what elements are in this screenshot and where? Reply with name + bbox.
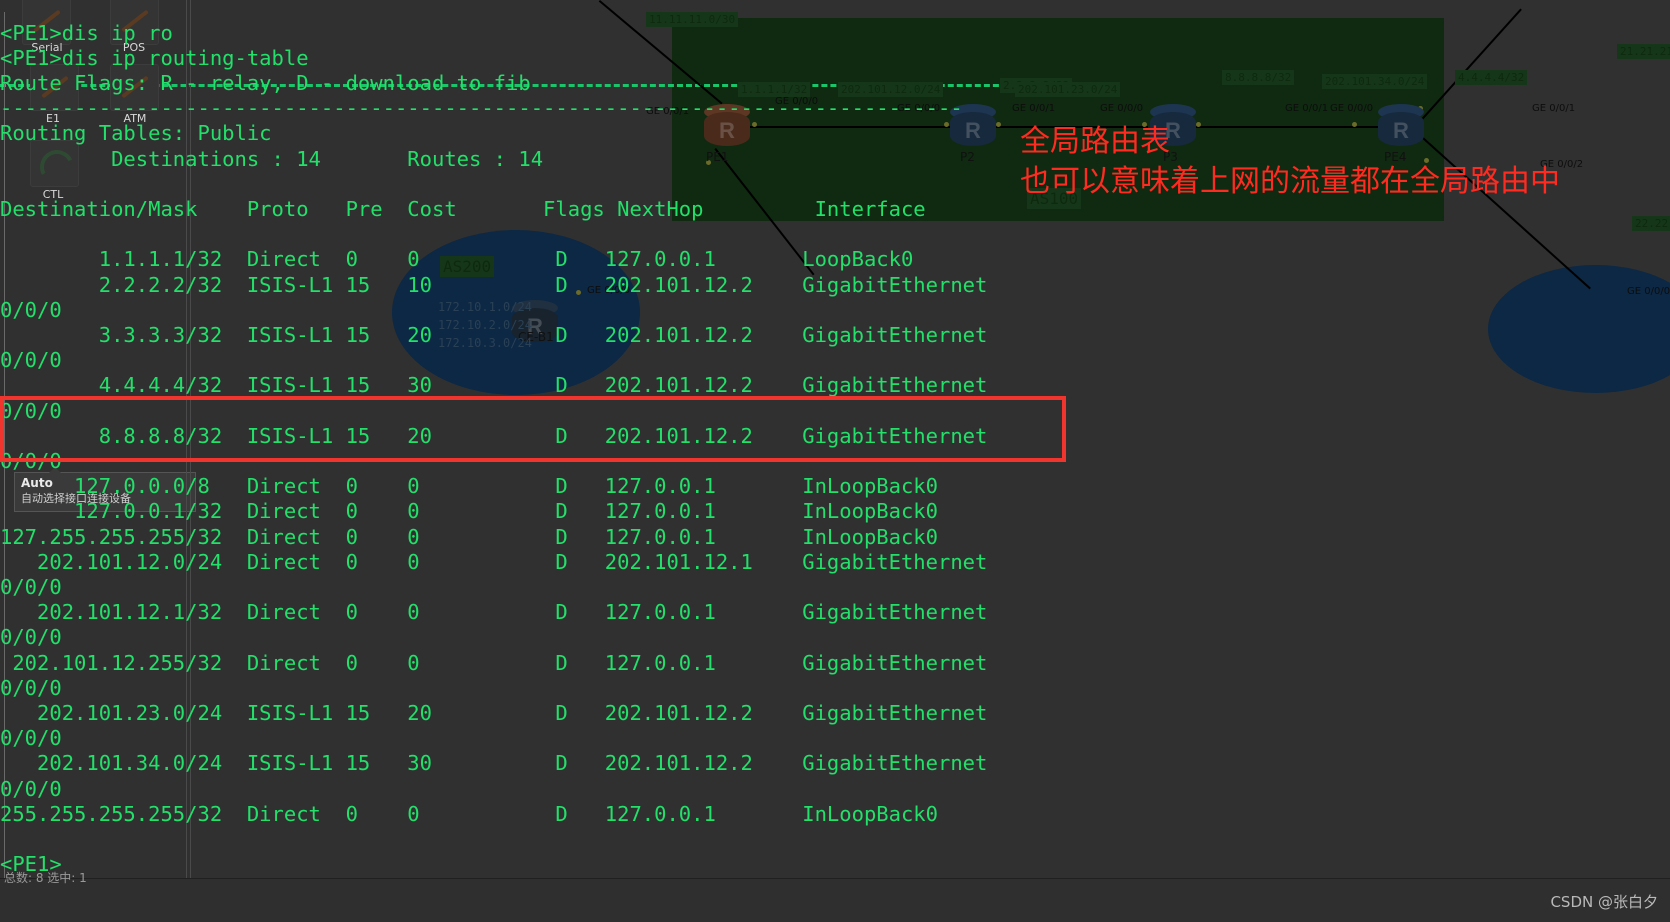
- panel-rule-mid: [186, 0, 187, 878]
- router-glyph: R: [1393, 118, 1409, 143]
- router-glyph: R: [719, 118, 735, 143]
- iface-label-p2-1: GE 0/0/1: [1012, 103, 1056, 114]
- as-zone-right: [1488, 265, 1670, 393]
- iface-label-pe1-1: GE 0/0/1: [646, 106, 690, 117]
- iface-label-pe4-1: GE 0/0/1: [1532, 103, 1576, 114]
- serial-link-icon[interactable]: [22, 0, 71, 45]
- as-label-as200: AS200: [440, 256, 495, 277]
- slash-shape: [33, 9, 61, 33]
- iface-label-ce-0: GE 0/0/0: [587, 285, 631, 296]
- palette-label-e1: E1: [46, 112, 60, 125]
- net-label-8-8-8-8: 8.8.8.8/32: [1222, 70, 1295, 85]
- link-dot: [752, 122, 757, 127]
- selection-count-label: 总数: 8 选中: 1: [4, 871, 87, 885]
- annotation-global-routing-table: 全局路由表: [1020, 124, 1170, 159]
- iface-label-p3-1: GE 0/0/1: [1285, 103, 1329, 114]
- router-pe1[interactable]: R: [704, 104, 750, 148]
- palette-label-atm: ATM: [123, 112, 147, 125]
- net-label-202-101-34: 202.101.34.0/24: [1322, 74, 1428, 89]
- ctl-link-icon[interactable]: [30, 140, 79, 189]
- ce-subnet-1: 172.10.1.0/24: [438, 300, 532, 314]
- tooltip-arrow: [49, 467, 61, 473]
- palette-label-serial: Serial: [31, 41, 63, 54]
- pos-link-icon[interactable]: [110, 0, 159, 45]
- topology-canvas: R R R R R PE1 P2 P3 PE4 CE-B1 AS200 AS10…: [0, 0, 1670, 921]
- net-label-11-11-11: 11.11.11.0/30: [646, 12, 739, 27]
- router-p2[interactable]: R: [950, 104, 996, 148]
- iface-label-p2-0: GE 0/0/0: [897, 103, 941, 114]
- link-p3-pe4: [1188, 126, 1380, 128]
- iface-label-p3-0: GE 0/0/0: [1100, 103, 1144, 114]
- net-label-22-22: 22.22: [1632, 216, 1670, 231]
- link-dot: [996, 122, 1001, 127]
- net-label-202-101-12: 202.101.12.0/24: [838, 82, 944, 97]
- net-label-1-1-1-1: 1.1.1.1/32: [738, 82, 811, 97]
- atm-link-icon[interactable]: [110, 64, 159, 111]
- tooltip-title: Auto: [21, 476, 53, 490]
- router-glyph: R: [965, 118, 981, 143]
- panel-rule-left: [4, 12, 5, 878]
- net-label-4-4-4-4: 4.4.4.4/32: [1455, 70, 1528, 85]
- auto-connect-tooltip: Auto 自动选择接口连接设备: [14, 467, 196, 512]
- annotation-traffic-note: 也可以意味着上网的流量都在全局路由中: [1020, 164, 1560, 199]
- router-name-p2: P2: [960, 150, 975, 164]
- panel-rule-mid2: [190, 0, 191, 878]
- link-dot: [576, 290, 581, 295]
- e1-link-icon[interactable]: [30, 64, 79, 111]
- ce-subnet-3: 172.10.3.0/24: [438, 336, 532, 350]
- ce-subnet-2: 172.10.2.0/24: [438, 318, 532, 332]
- iface-label-pe1-0: GE 0/0/0: [775, 96, 819, 107]
- csdn-watermark: CSDN @张白夕: [1550, 893, 1658, 911]
- palette-label-pos: POS: [122, 41, 146, 54]
- slash-shape: [121, 75, 149, 99]
- palette-label-ctl: CTL: [42, 188, 64, 201]
- router-pe4[interactable]: R: [1378, 104, 1424, 148]
- link-dot: [1196, 122, 1201, 127]
- status-bar: 总数: 8 选中: 1 CSDN @张白夕: [0, 871, 1670, 922]
- slash-shape: [121, 9, 149, 33]
- iface-label-pe4-0: GE 0/0/0: [1330, 103, 1374, 114]
- link-dot: [944, 122, 949, 127]
- arc-shape: [35, 145, 79, 189]
- net-label-202-101-23: 202.101.23.0/24: [1015, 82, 1121, 97]
- tooltip-desc: 自动选择接口连接设备: [21, 492, 131, 505]
- net-label-21-21-21: 21.21.21: [1617, 44, 1670, 59]
- slash-shape: [41, 75, 69, 99]
- link-pe1-p2: [740, 126, 955, 128]
- router-name-pe1: PE1: [706, 150, 729, 164]
- device-palette: Serial POS E1 ATM CTL Auto 自动选择接口连接设备: [0, 0, 196, 878]
- iface-label-right: GE 0/0/0: [1627, 286, 1670, 297]
- link-dot: [1352, 122, 1357, 127]
